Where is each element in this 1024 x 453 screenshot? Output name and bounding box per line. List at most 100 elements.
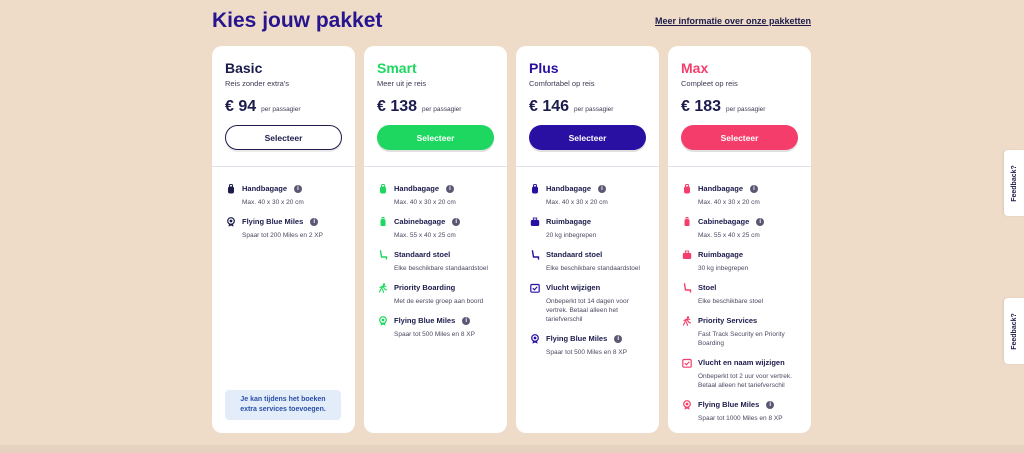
select-basic-button[interactable]: Selecteer [225, 125, 342, 150]
feature-list: Handbagage i Max. 40 x 30 x 20 cm Cabinebag… [668, 167, 811, 423]
feature-title-row: Ruimbagage [681, 249, 800, 260]
package-cards: Basic Reis zonder extra's € 94 per passagie… [212, 46, 811, 433]
feature-item: Priority Services Fast Track Security en … [681, 315, 800, 348]
feature-title-row: Standaard stoel [377, 249, 496, 260]
bottom-bar [0, 445, 1024, 453]
price-unit: per passagier [422, 106, 462, 113]
price-unit: per passagier [261, 106, 301, 113]
feature-item: Cabinebagage i Max. 55 x 40 x 25 cm [377, 216, 496, 240]
feature-title-row: Handbagage i [225, 183, 344, 194]
feature-title: Flying Blue Miles [394, 316, 456, 325]
suitcase-icon [681, 249, 692, 260]
info-icon[interactable]: i [766, 400, 775, 409]
feature-item: Vlucht wijzigen Onbeperkt tot 14 dagen vo… [529, 282, 648, 324]
feature-title-row: Flying Blue Miles i [225, 216, 344, 227]
feature-description: Spaar tot 500 Miles en 8 XP [394, 331, 475, 338]
feature-title-row: Handbagage i [529, 183, 648, 194]
feature-title: Standaard stoel [394, 250, 451, 259]
feature-item: Flying Blue Miles i Spaar tot 1000 Miles e… [681, 399, 800, 423]
info-icon[interactable]: i [310, 217, 319, 226]
package-subtitle: Reis zonder extra's [225, 79, 289, 88]
feature-list: Handbagage i Max. 40 x 30 x 20 cm Flying Bl… [212, 167, 355, 240]
feature-description: 20 kg inbegrepen [546, 232, 597, 239]
info-icon[interactable]: i [446, 184, 455, 193]
info-icon[interactable]: i [750, 184, 759, 193]
feature-title: Cabinebagage [394, 217, 446, 226]
seat-icon [681, 282, 692, 293]
package-card-header: Max Compleet op reis € 183 per passagier Sel… [668, 46, 811, 167]
feature-item: Standaard stoel Elke beschikbare standaar… [529, 249, 648, 273]
package-name: Plus [529, 60, 559, 76]
package-name: Basic [225, 60, 263, 76]
info-icon[interactable]: i [598, 184, 607, 193]
backpack-icon [377, 183, 388, 194]
feature-title: Vlucht wijzigen [546, 283, 601, 292]
feature-description: Spaar tot 500 Miles en 8 XP [546, 349, 627, 356]
feature-title: Handbagage [546, 184, 592, 193]
feature-title: Ruimbagage [698, 250, 744, 259]
feature-title-row: Vlucht en naam wijzigen [681, 357, 800, 368]
feature-title-row: Ruimbagage [529, 216, 648, 227]
feature-item: Standaard stoel Elke beschikbare standaar… [377, 249, 496, 273]
package-subtitle: Comfortabel op reis [529, 79, 595, 88]
feature-item: Handbagage i Max. 40 x 30 x 20 cm [529, 183, 648, 207]
extra-services-note: Je kan tijdens het boeken extra services… [225, 390, 341, 420]
feature-title-row: Handbagage i [681, 183, 800, 194]
feature-title-row: Handbagage i [377, 183, 496, 194]
package-card-max: Max Compleet op reis € 183 per passagier Sel… [668, 46, 811, 433]
select-smart-button[interactable]: Selecteer [377, 125, 494, 150]
info-icon[interactable]: i [614, 334, 623, 343]
package-card-header: Smart Meer uit je reis € 138 per passagier S… [364, 46, 507, 167]
feature-description: Elke beschikbare standaardstoel [394, 265, 488, 272]
more-info-link[interactable]: Meer informatie over onze pakketten [655, 16, 811, 26]
feature-description: Max. 55 x 40 x 25 cm [698, 232, 760, 239]
feature-title: Standaard stoel [546, 250, 603, 259]
trolley-icon [377, 216, 388, 227]
feedback-tab[interactable]: Feedback? [1004, 150, 1024, 216]
info-icon[interactable]: i [462, 316, 471, 325]
medal-icon [377, 315, 388, 326]
feedback-tab[interactable]: Feedback? [1004, 298, 1024, 364]
package-card-basic: Basic Reis zonder extra's € 94 per passagie… [212, 46, 355, 433]
feature-description: Spaar tot 200 Miles en 2 XP [242, 232, 323, 239]
feature-description: Max. 40 x 30 x 20 cm [546, 199, 608, 206]
package-card-plus: Plus Comfortabel op reis € 146 per passagie… [516, 46, 659, 433]
page-title: Kies jouw pakket [212, 9, 383, 32]
package-price: € 183 [681, 98, 722, 115]
feature-title: Stoel [698, 283, 717, 292]
feature-title: Flying Blue Miles [242, 217, 304, 226]
feature-description: 30 kg inbegrepen [698, 265, 749, 272]
boarding-icon [681, 315, 692, 326]
feature-title: Handbagage [394, 184, 440, 193]
info-icon[interactable]: i [452, 217, 461, 226]
medal-icon [225, 216, 236, 227]
feature-title-row: Flying Blue Miles i [681, 399, 800, 410]
feature-item: Handbagage i Max. 40 x 30 x 20 cm [377, 183, 496, 207]
package-subtitle: Compleet op reis [681, 79, 738, 88]
feature-list: Handbagage i Max. 40 x 30 x 20 cm Cabinebag… [364, 167, 507, 339]
select-max-button[interactable]: Selecteer [681, 125, 798, 150]
feature-item: Handbagage i Max. 40 x 30 x 20 cm [681, 183, 800, 207]
package-price: € 146 [529, 98, 570, 115]
select-plus-button[interactable]: Selecteer [529, 125, 646, 150]
feature-item: Stoel Elke beschikbare stoel [681, 282, 800, 306]
package-name: Smart [377, 60, 417, 76]
feature-title-row: Stoel [681, 282, 800, 293]
backpack-icon [225, 183, 236, 194]
feature-item: Flying Blue Miles i Spaar tot 200 Miles en… [225, 216, 344, 240]
info-icon[interactable]: i [294, 184, 303, 193]
feature-title-row: Vlucht wijzigen [529, 282, 648, 293]
price-row: € 183 per passagier [681, 98, 798, 116]
package-price: € 94 [225, 98, 257, 115]
medal-icon [529, 333, 540, 344]
feature-item: Ruimbagage 20 kg inbegrepen [529, 216, 648, 240]
feature-item: Ruimbagage 30 kg inbegrepen [681, 249, 800, 273]
feature-title: Priority Boarding [394, 283, 456, 292]
feature-description: Fast Track Security en Priority Boarding [698, 331, 785, 347]
feature-title-row: Priority Boarding [377, 282, 496, 293]
feature-title-row: Priority Services [681, 315, 800, 326]
feature-title: Flying Blue Miles [698, 400, 760, 409]
info-icon[interactable]: i [756, 217, 765, 226]
seat-icon [377, 249, 388, 260]
price-unit: per passagier [574, 106, 614, 113]
